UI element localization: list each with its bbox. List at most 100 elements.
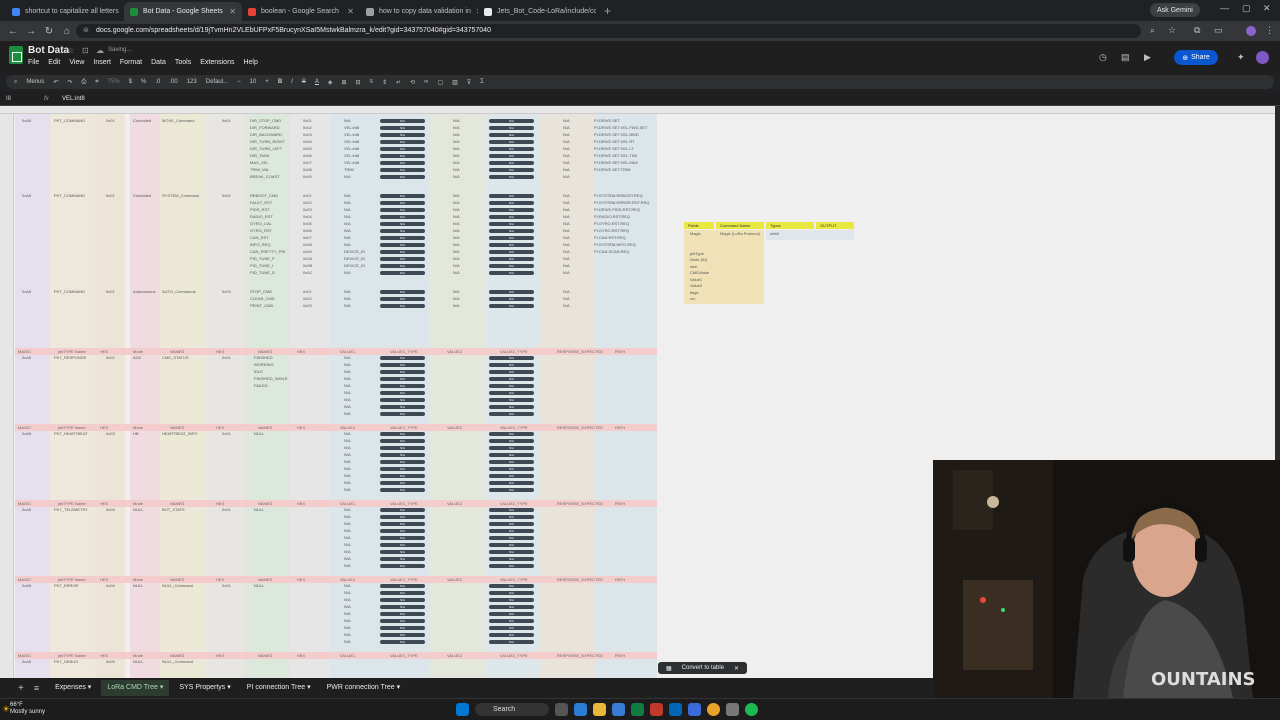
dropdown-chip[interactable]: N/A [380,168,425,172]
mail-icon[interactable] [688,703,701,716]
chrome-icon[interactable] [707,703,720,716]
hex-cell[interactable]: 0x01 [106,118,115,124]
dropdown-chip[interactable]: N/A [380,126,425,130]
response-name-cell[interactable]: FINISHED [254,355,273,361]
response-cell[interactable]: N/A [563,174,570,180]
value2-cell[interactable]: N/A [453,249,460,255]
dropdown-chip[interactable]: N/A [380,161,425,165]
value2-cell[interactable]: N/A [453,132,460,138]
cmd-name-cell[interactable]: PID_TUNE_D [250,270,275,276]
dropdown-chip[interactable]: N/A [489,536,534,540]
dropdown-chip[interactable]: N/A [489,640,534,644]
dropdown-chip[interactable]: N/A [380,222,425,226]
value2-cell[interactable]: N/A [453,146,460,152]
font-select[interactable]: Defaul... [206,79,228,85]
cmd-hex-cell[interactable]: 0x02 [303,200,312,206]
dropdown-chip[interactable]: N/A [489,271,534,275]
value2-cell[interactable]: N/A [453,125,460,131]
dropdown-chip[interactable]: N/A [380,591,425,595]
vertical-align-icon[interactable]: ⇕ [382,79,387,86]
dropdown-chip[interactable]: N/A [380,550,425,554]
dropdown-chip[interactable]: N/A [489,439,534,443]
value2-cell[interactable]: N/A [453,207,460,213]
dropdown-chip[interactable]: N/A [489,154,534,158]
dropdown-chip[interactable]: N/A [489,626,534,630]
functions-icon[interactable]: Σ [480,79,484,85]
hex-cell[interactable]: 0x05 [106,659,115,665]
value1-cell[interactable]: N/A [344,583,351,589]
magic-cell[interactable]: 0xA5 [22,118,31,124]
value1-cell[interactable]: N/A [344,639,351,645]
response-cell[interactable]: N/A [563,160,570,166]
value2-cell[interactable]: N/A [453,153,460,159]
browser-tab[interactable]: how to copy data validation in✕ [360,2,478,21]
cmd-name-cell[interactable]: REBOOT_CMD [250,193,278,199]
value1-cell[interactable]: DEVICE_ID [344,249,365,255]
mode-cell[interactable]: Controlled [133,193,151,199]
app-icon-red[interactable] [650,703,663,716]
value2-cell[interactable]: N/A [453,270,460,276]
menu-extensions[interactable]: Extensions [200,59,234,66]
cmd-hex-cell[interactable]: 0x01 [303,118,312,124]
dropdown-chip[interactable]: N/A [380,481,425,485]
response-cell[interactable]: N/A [563,207,570,213]
path-cell[interactable]: PI.DRIVE.PIDS.RST.REQ [594,207,640,213]
type-cell[interactable]: PKT_TELEMETRY [54,507,88,513]
cmd-name-cell[interactable]: DIR_TURN_LEFT [250,146,282,152]
cmd-name-cell[interactable]: DIR_FORWARD [250,125,280,131]
sheets-logo-icon[interactable] [9,46,23,64]
sheet-tab[interactable]: SYS Propertys ▾ [173,680,236,696]
dropdown-chip[interactable]: N/A [380,488,425,492]
value1-cell[interactable]: N/A [344,507,351,513]
value1-cell[interactable]: N/A [344,270,351,276]
hex-cell[interactable]: 0x04 [106,583,115,589]
hex-cell[interactable]: 0x01 [222,355,231,361]
value2-cell[interactable]: N/A [453,242,460,248]
dropdown-chip[interactable]: N/A [380,605,425,609]
dropdown-chip[interactable]: N/A [489,201,534,205]
value2-cell[interactable]: N/A [453,193,460,199]
move-folder-icon[interactable]: ⊡ [82,46,89,55]
path-cell[interactable]: PI.DRIVE.SET.VEL.MAX [594,160,638,166]
site-info-icon[interactable]: ⊜ [83,24,89,38]
dropdown-chip[interactable]: N/A [380,398,425,402]
dropdown-chip[interactable]: N/A [489,619,534,623]
hex-cell[interactable]: 0x01 [106,289,115,295]
decrease-decimal-button[interactable]: .0 [155,79,160,85]
value1-cell[interactable]: N/A [344,521,351,527]
zoom-select[interactable]: 75% [108,79,120,85]
dropdown-chip[interactable]: N/A [380,557,425,561]
response-cell[interactable]: N/A [563,235,570,241]
dropdown-chip[interactable]: N/A [380,297,425,301]
hex-cell[interactable]: 0x04 [106,507,115,513]
value1-cell[interactable]: N/A [344,597,351,603]
dropdown-chip[interactable]: N/A [380,467,425,471]
value2-cell[interactable]: N/A [453,296,460,302]
path-cell[interactable]: PI.GYRO.RST.REQ [594,221,629,227]
value1-cell[interactable]: VEL:int8 [344,132,359,138]
italic-icon[interactable]: I [291,79,293,85]
type-cell[interactable]: PKT_COMMAND [54,193,85,199]
value1-cell[interactable]: N/A [344,625,351,631]
cmd-hex-cell[interactable]: 0x04 [303,214,312,220]
hex-cell[interactable]: 0x02 [106,355,115,361]
path-cell[interactable]: PI.DRIVE.SET.VEL.TNK [594,153,637,159]
value1-cell[interactable]: VEL:int8 [344,160,359,166]
value1-cell[interactable]: N/A [344,590,351,596]
response-cell[interactable]: N/A [563,228,570,234]
path-cell[interactable]: PI.SYSTEM.INFO.REQ [594,242,636,248]
cmd-hex-cell[interactable]: 0x0A [303,256,312,262]
print-icon[interactable]: ⎙ [81,79,86,86]
dropdown-chip[interactable]: N/A [380,236,425,240]
value1-cell[interactable]: N/A [344,174,351,180]
sheet-tab-menu-icon[interactable]: ▾ [225,684,231,691]
value1-cell[interactable]: N/A [344,556,351,562]
menu-tools[interactable]: Tools [175,59,191,66]
dropdown-chip[interactable]: N/A [489,460,534,464]
cmd-hex-cell[interactable]: 0x0C [303,270,312,276]
value1-cell[interactable]: N/A [344,200,351,206]
dropdown-chip[interactable]: N/A [380,363,425,367]
sheet-tab[interactable]: LoRa CMD Tree ▾ [101,680,170,696]
cmd-hex-cell[interactable]: 0x02 [303,296,312,302]
response-cell[interactable]: N/A [563,296,570,302]
